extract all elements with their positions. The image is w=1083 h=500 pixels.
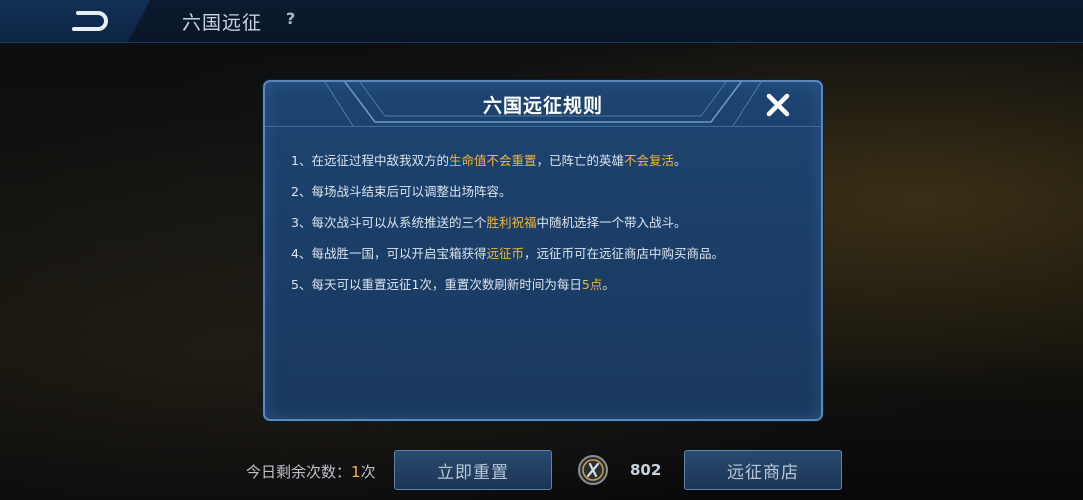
remaining-attempts: 今日剩余次数：1次 (246, 461, 376, 482)
rule-highlight-text: 胜利祝福 (486, 215, 537, 230)
reset-now-button[interactable]: 立即重置 (394, 450, 552, 490)
rule-text: 。 (602, 277, 615, 292)
back-arrow-icon (72, 11, 108, 31)
rule-text: 。 (674, 153, 687, 168)
back-button[interactable] (0, 0, 150, 42)
rule-item: 5、每天可以重置远征1次，重置次数刷新时间为每日5点。 (291, 274, 801, 305)
remaining-count: 1 (351, 463, 361, 481)
expedition-coin-icon (578, 455, 608, 485)
rule-highlight-text: 不会复活 (624, 153, 675, 168)
rule-text: 4、每战胜一国，可以开启宝箱获得 (291, 246, 487, 261)
page-title: 六国远征 (182, 12, 263, 34)
expedition-shop-button[interactable]: 远征商店 (684, 450, 842, 490)
coin-balance: 802 (630, 461, 662, 479)
rule-item: 2、每场战斗结束后可以调整出场阵容。 (291, 181, 801, 212)
rule-item: 4、每战胜一国，可以开启宝箱获得远征币，远征币可在远征商店中购买商品。 (291, 243, 801, 274)
remaining-suffix: 次 (360, 463, 376, 481)
rule-text: 2、每场战斗结束后可以调整出场阵容。 (291, 184, 512, 199)
rule-text: 1、在远征过程中敌我双方的 (291, 153, 449, 168)
rules-list: 1、在远征过程中敌我双方的生命值不会重置，已阵亡的英雄不会复活。 2、每场战斗结束… (291, 150, 801, 305)
close-icon (766, 93, 790, 117)
rule-text: ，已阵亡的英雄 (536, 153, 624, 168)
rule-highlight-text: 生命值不会重置 (448, 153, 537, 168)
dialog-title: 六国远征规则 (482, 95, 603, 117)
dialog-header: 六国远征规则 (265, 82, 821, 127)
rule-highlight-text: 远征币 (486, 246, 524, 261)
rule-highlight-text: 5点 (581, 277, 603, 292)
rule-item: 3、每次战斗可以从系统推送的三个胜利祝福中随机选择一个带入战斗。 (291, 212, 801, 243)
rule-text: 中随机选择一个带入战斗。 (536, 215, 687, 230)
help-icon[interactable]: ? (286, 9, 295, 28)
rule-text: 5、每天可以重置远征1次，重置次数刷新时间为每日 (291, 277, 582, 292)
rules-dialog: 六国远征规则 1、在远征过程中敌我双方的生命值不会重置，已阵亡的英雄不会复活。 2… (263, 80, 823, 421)
top-bar: 六国远征 ? (0, 0, 1083, 43)
rule-text: 3、每次战斗可以从系统推送的三个 (291, 215, 487, 230)
bottom-bar: 今日剩余次数：1次 立即重置 802 远征商店 (0, 440, 1083, 500)
remaining-label: 今日剩余次数： (246, 463, 352, 481)
close-button[interactable] (763, 90, 793, 120)
rule-item: 1、在远征过程中敌我双方的生命值不会重置，已阵亡的英雄不会复活。 (291, 150, 801, 181)
rule-text: ，远征币可在远征商店中购买商品。 (523, 246, 724, 261)
